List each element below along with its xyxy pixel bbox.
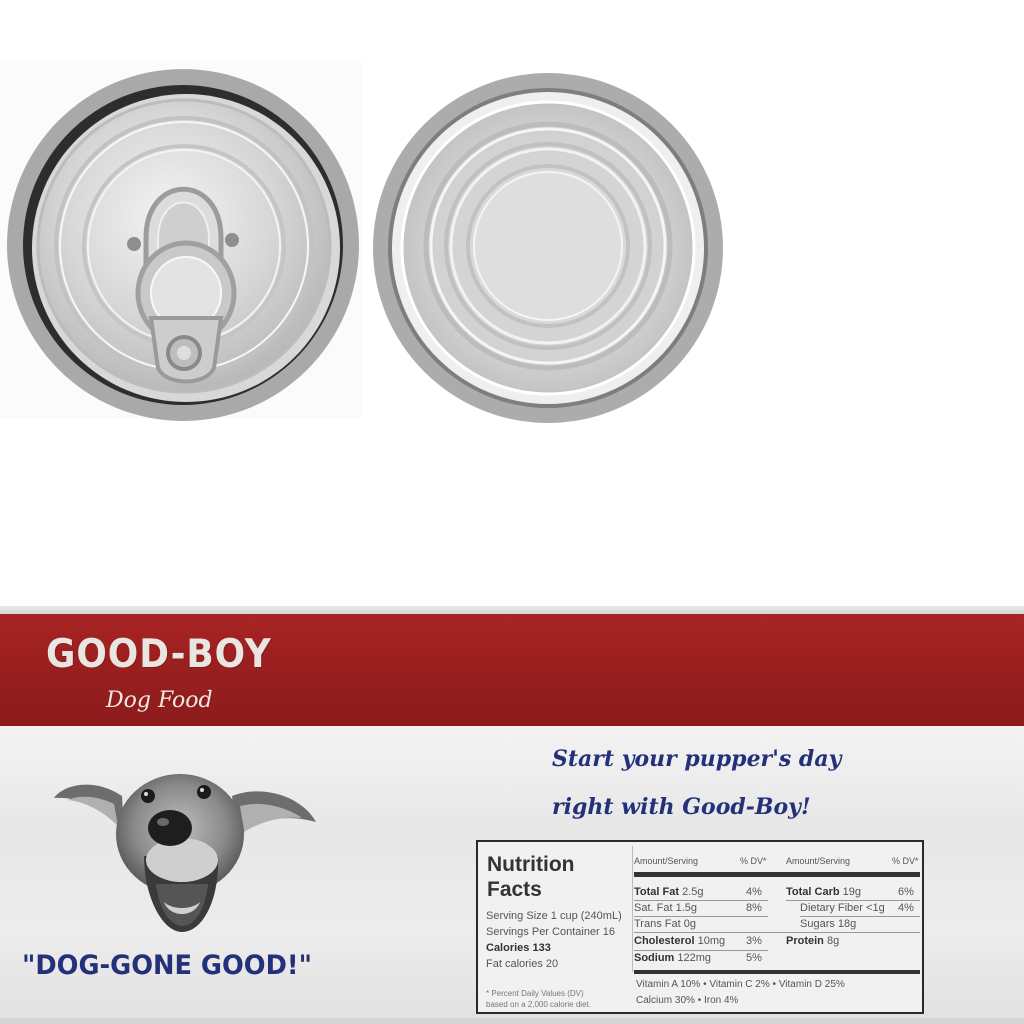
serving-info: Serving Size 1 cup (240mL) Servings Per …: [486, 908, 632, 972]
nutrient-label: Cholesterol: [634, 935, 695, 947]
nutrient-dv: 4%: [746, 886, 762, 898]
nutrient-dv: 6%: [898, 886, 914, 898]
nutrient-amount: 0g: [683, 918, 696, 930]
nutrient-amount: 1.5g: [675, 902, 698, 914]
nutrient-label: Protein: [786, 935, 824, 947]
row-divider: [634, 900, 768, 901]
nutrient-label: Sat. Fat: [634, 902, 673, 914]
nutrient-row: Total Fat 2.5g: [634, 886, 704, 898]
label-top-rim: [0, 606, 1024, 614]
nutrition-facts-panel: Nutrition Facts Serving Size 1 cup (240m…: [476, 840, 924, 1014]
nutrient-dv: 5%: [746, 952, 762, 964]
nutrient-amount: 18g: [837, 918, 857, 930]
nutrient-row: Sat. Fat 1.5g: [634, 902, 697, 914]
nutrient-amount: 10mg: [697, 935, 726, 947]
nutrient-row: Dietary Fiber <1g: [800, 902, 885, 914]
row-divider: [800, 916, 920, 917]
nutrition-title-line-1: Nutrition: [487, 853, 575, 876]
servings-per-container: Servings Per Container 16: [486, 926, 616, 938]
footnote-line-1: * Percent Daily Values (DV): [486, 989, 584, 998]
nutrient-row: Sodium 122mg: [634, 952, 711, 964]
label-bottom-rim: [0, 1018, 1024, 1024]
nutrient-label: Dietary Fiber: [800, 902, 863, 914]
dog-face-image: [52, 756, 320, 938]
vitamins-line-1: Vitamin A 10% • Vitamin C 2% • Vitamin D…: [636, 979, 845, 990]
tagline-line-1: Start your pupper's day: [552, 746, 842, 772]
row-divider: [786, 900, 920, 901]
nutrient-row: Sugars 18g: [800, 918, 856, 930]
header-thick-rule: [634, 872, 920, 877]
nutrition-title: Nutrition Facts: [487, 852, 574, 902]
product-name: Dog Food: [106, 688, 213, 713]
pull-tab-lid: [6, 68, 360, 422]
row-divider: [634, 916, 768, 917]
vitamin-thick-rule: [634, 970, 920, 974]
header-amount-right: Amount/Serving: [786, 856, 851, 866]
header-amount-left: Amount/Serving: [634, 856, 699, 866]
calories: Calories 133: [486, 942, 551, 954]
nutrient-dv: 8%: [746, 902, 762, 914]
serving-size: Serving Size 1 cup (240mL): [486, 910, 622, 922]
nutrient-amount: 122mg: [677, 952, 712, 964]
nutrition-title-line-2: Facts: [487, 878, 542, 901]
row-divider: [634, 950, 768, 951]
nutrient-label: Total Fat: [634, 886, 680, 898]
row-divider: [634, 932, 920, 933]
plain-lid: [372, 72, 724, 424]
brand-name: GOOD-BOY: [46, 632, 272, 677]
nutrient-label: Sodium: [634, 952, 675, 964]
vitamins-line-2: Calcium 30% • Iron 4%: [636, 995, 739, 1006]
nutrient-label: Total Carb: [786, 886, 840, 898]
nutrient-label: Trans Fat: [634, 918, 681, 930]
nutrient-dv: 4%: [898, 902, 914, 914]
label-brand-band: GOOD-BOY Dog Food: [0, 614, 1024, 726]
nutrient-amount: 19g: [842, 886, 861, 898]
nutrient-dv: 3%: [746, 935, 762, 947]
can-label: GOOD-BOY Dog Food "DOG-GONE GOOD!" Start…: [0, 606, 1024, 1024]
fat-calories: Fat calories 20: [486, 958, 559, 970]
nutrient-row: Protein 8g: [786, 935, 839, 947]
tagline-line-2: right with Good-Boy!: [552, 794, 811, 820]
header-dv-left: % DV*: [740, 856, 767, 866]
nutrient-row: Total Carb 19g: [786, 886, 861, 898]
nutrient-row: Trans Fat 0g: [634, 918, 696, 930]
footnote-line-2: based on a 2,000 calorie diet.: [486, 1000, 591, 1009]
nutrient-label: Sugars: [800, 918, 835, 930]
daily-value-footnote: * Percent Daily Values (DV) based on a 2…: [486, 988, 626, 1010]
column-divider: [632, 846, 633, 972]
nutrient-row: Cholesterol 10mg: [634, 935, 725, 947]
header-dv-right: % DV*: [892, 856, 919, 866]
slogan: "DOG-GONE GOOD!": [22, 950, 312, 981]
nutrient-amount: <1g: [866, 902, 885, 914]
nutrient-amount: 8g: [826, 935, 840, 947]
nutrient-amount: 2.5g: [682, 886, 704, 898]
